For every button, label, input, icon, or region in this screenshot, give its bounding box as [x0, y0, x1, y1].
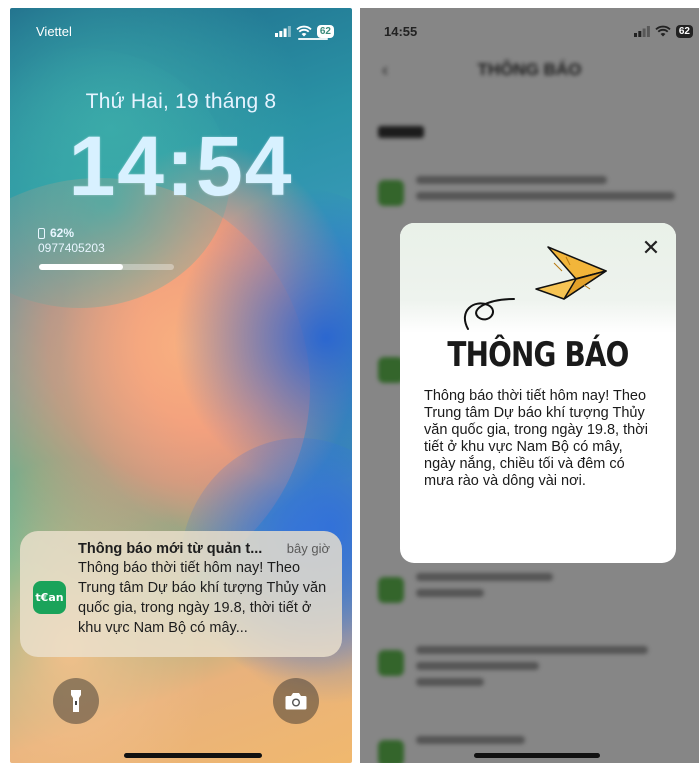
notification-title: Thông báo mới từ quản t... [78, 541, 263, 557]
home-indicator[interactable] [474, 753, 600, 758]
wifi-icon [655, 25, 671, 37]
battery-bar [39, 264, 174, 270]
lock-clock: 14:54 [68, 119, 294, 213]
lock-date: Thứ Hai, 19 tháng 8 [85, 90, 277, 113]
camera-icon [285, 693, 307, 710]
wifi-icon [296, 25, 312, 37]
close-icon[interactable]: ✕ [640, 237, 662, 259]
battery-indicator: 62 [675, 24, 693, 38]
focus-indicator [298, 38, 328, 40]
app-screen: ‹ THÔNG BÁO 14:55 62 ✕ THÔNG BÁO Thông b… [360, 8, 699, 763]
notification-modal: ✕ THÔNG BÁO Thông báo thời tiết hôm nay!… [400, 223, 676, 563]
camera-button[interactable] [273, 678, 319, 724]
flashlight-button[interactable] [53, 678, 99, 724]
battery-percent-label: 62% [50, 226, 75, 240]
status-bar: Viettel 62 [36, 22, 334, 40]
signal-icon [633, 25, 650, 37]
signal-icon [274, 25, 291, 37]
carrier-label: Viettel [36, 23, 72, 39]
phone-number-label: 0977405203 [38, 241, 105, 255]
modal-body: Thông báo thời tiết hôm nay! Theo Trung … [424, 388, 648, 489]
notification-card[interactable]: t€an Thông báo mới từ quản t... bây giờ … [20, 531, 342, 657]
modal-title: THÔNG BÁO [447, 335, 629, 375]
status-bar: 14:55 62 [384, 22, 693, 40]
app-icon: t€an [33, 581, 66, 614]
battery-bar-fill [39, 264, 123, 270]
battery-widget-percent: 62% [38, 226, 105, 240]
home-indicator[interactable] [124, 753, 262, 758]
notification-time: bây giờ [286, 541, 330, 556]
battery-indicator: 62 [316, 24, 334, 38]
status-time: 14:55 [384, 23, 418, 39]
paper-plane-icon [463, 246, 607, 330]
notification-body: Thông báo thời tiết hôm nay! Theo Trung … [78, 560, 327, 636]
app-icon-label: t€an [35, 591, 64, 604]
battery-widget[interactable]: 62% 0977405203 [38, 226, 105, 255]
flashlight-icon [71, 690, 81, 712]
phone-battery-icon [38, 227, 45, 239]
lock-screen: Viettel 62 Thứ Hai, 19 tháng 8 14:54 62%… [10, 8, 352, 763]
